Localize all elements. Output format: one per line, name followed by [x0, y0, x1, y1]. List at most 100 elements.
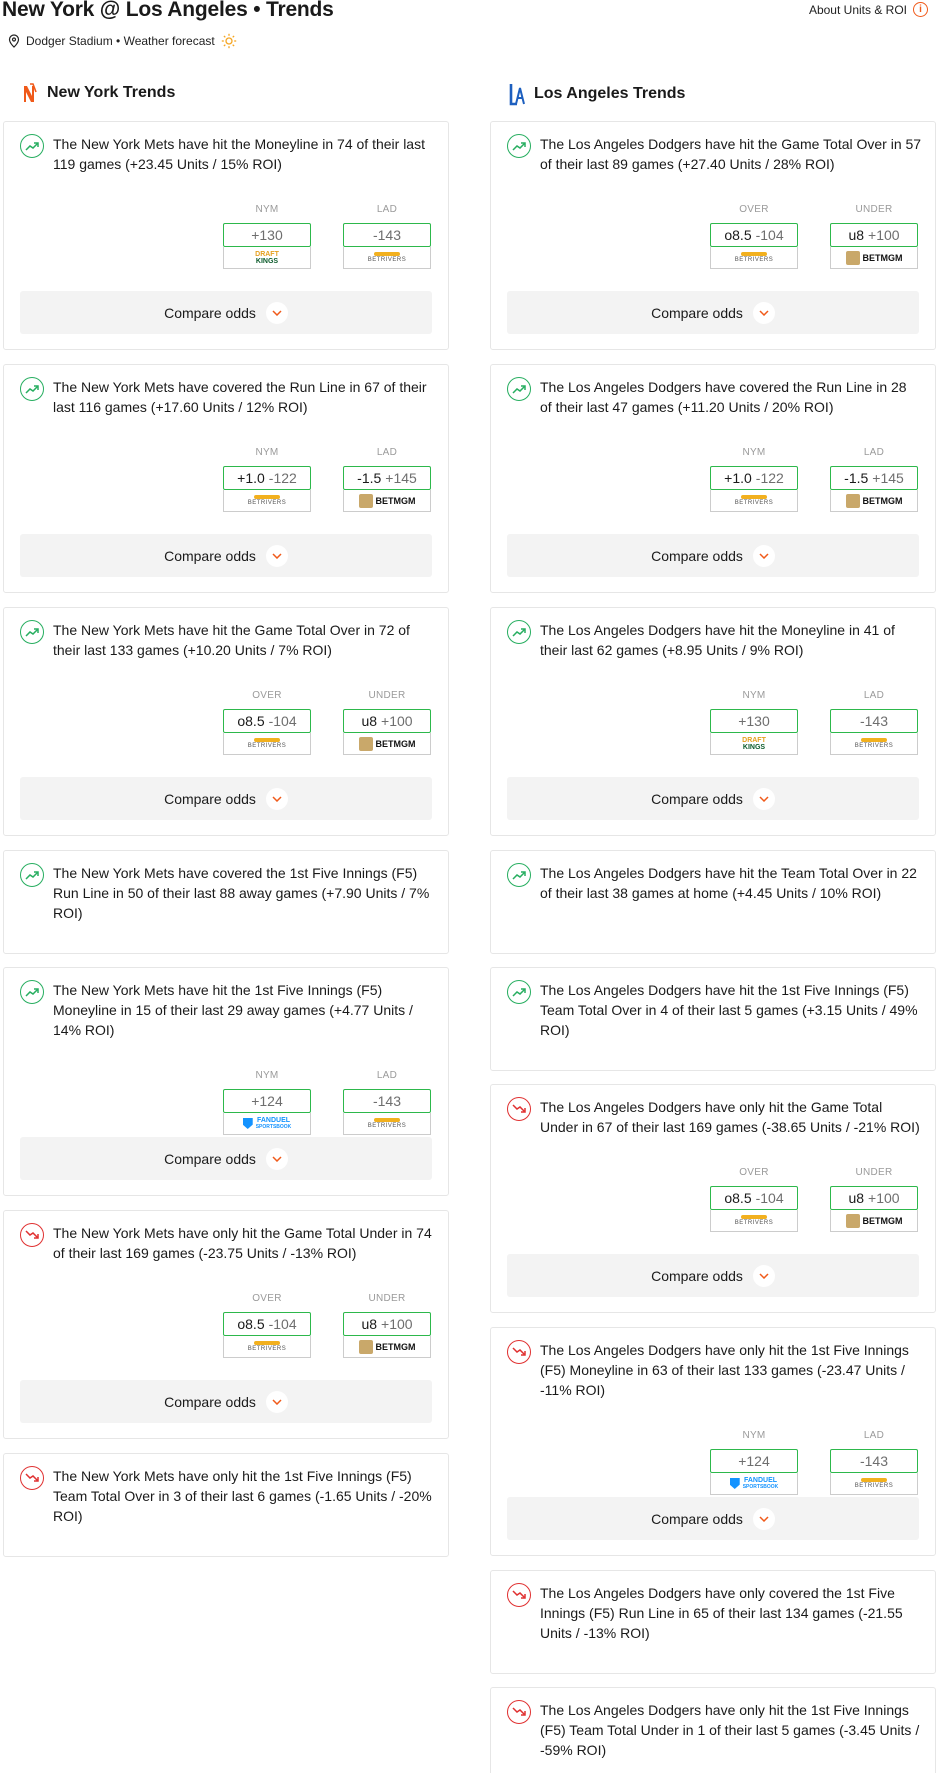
odds-label: UNDER: [855, 1167, 893, 1178]
betmgm-logo-icon: BETMGM: [845, 493, 903, 508]
sportsbook-badge[interactable]: BETRIVERS: [830, 733, 918, 755]
compare-odds-button[interactable]: Compare odds: [20, 777, 432, 820]
odds-button[interactable]: u8 +100: [830, 223, 918, 247]
odds-line: +1.0: [724, 470, 752, 486]
odds-button[interactable]: u8 +100: [343, 1312, 431, 1336]
sun-icon[interactable]: [221, 33, 237, 49]
sportsbook-badge[interactable]: BETMGM: [343, 1336, 431, 1358]
odds-button[interactable]: u8 +100: [830, 1186, 918, 1210]
sportsbook-badge[interactable]: BETMGM: [343, 490, 431, 512]
odds-button[interactable]: o8.5 -104: [710, 1186, 798, 1210]
compare-odds-button[interactable]: Compare odds: [507, 291, 919, 334]
chevron-down-icon: [265, 787, 288, 810]
sportsbook-badge[interactable]: FANDUEL SPORTSBOOK: [223, 1113, 311, 1135]
odds-option[interactable]: OVER o8.5 -104 BETRIVERS: [223, 1293, 311, 1358]
odds-group: NYM +1.0 -122 BETRIVERS LAD -1.5 +145 BETMGM: [710, 447, 918, 512]
odds-option[interactable]: OVER o8.5 -104 BETRIVERS: [710, 204, 798, 269]
odds-option[interactable]: LAD -143 BETRIVERS: [830, 690, 918, 755]
sportsbook-badge[interactable]: BETRIVERS: [223, 733, 311, 755]
about-units-roi-link[interactable]: About Units & ROI i: [809, 2, 928, 17]
odds-button[interactable]: +124: [710, 1449, 798, 1473]
compare-odds-button[interactable]: Compare odds: [507, 777, 919, 820]
sportsbook-badge[interactable]: DRAFT KINGS: [223, 247, 311, 269]
odds-label: OVER: [252, 1293, 282, 1304]
odds-price: -104: [755, 227, 784, 243]
compare-odds-button[interactable]: Compare odds: [20, 1380, 432, 1423]
sportsbook-badge[interactable]: BETRIVERS: [343, 1113, 431, 1135]
odds-option[interactable]: UNDER u8 +100 BETMGM: [343, 1293, 431, 1358]
betmgm-logo-icon: BETMGM: [358, 736, 416, 751]
odds-button[interactable]: +1.0 -122: [710, 466, 798, 490]
chevron-down-icon: [752, 1264, 775, 1287]
odds-button[interactable]: +130: [223, 223, 311, 247]
trend-card: The Los Angeles Dodgers have only hit th…: [490, 1084, 936, 1313]
venue-weather-link[interactable]: Dodger Stadium • Weather forecast: [26, 34, 215, 48]
draftkings-logo-icon: DRAFT KINGS: [255, 250, 279, 265]
odds-button[interactable]: -143: [343, 1089, 431, 1113]
odds-option[interactable]: NYM +124 FANDUEL SPORTSBOOK: [223, 1070, 311, 1135]
odds-option[interactable]: OVER o8.5 -104 BETRIVERS: [710, 1167, 798, 1232]
odds-button[interactable]: o8.5 -104: [223, 709, 311, 733]
chevron-down-icon: [265, 544, 288, 567]
odds-button[interactable]: o8.5 -104: [223, 1312, 311, 1336]
sportsbook-badge[interactable]: BETRIVERS: [710, 1210, 798, 1232]
odds-option[interactable]: LAD -143 BETRIVERS: [343, 1070, 431, 1135]
odds-option[interactable]: UNDER u8 +100 BETMGM: [830, 204, 918, 269]
compare-odds-button[interactable]: Compare odds: [20, 534, 432, 577]
trend-text: The New York Mets have covered the 1st F…: [53, 865, 430, 921]
compare-odds-button[interactable]: Compare odds: [20, 291, 432, 334]
compare-odds-button[interactable]: Compare odds: [507, 534, 919, 577]
odds-button[interactable]: -1.5 +145: [343, 466, 431, 490]
sportsbook-badge[interactable]: BETRIVERS: [223, 490, 311, 512]
odds-option[interactable]: UNDER u8 +100 BETMGM: [830, 1167, 918, 1232]
odds-button[interactable]: -143: [830, 709, 918, 733]
odds-option[interactable]: NYM +130 DRAFT KINGS: [710, 690, 798, 755]
compare-odds-button[interactable]: Compare odds: [20, 1137, 432, 1180]
chevron-down-icon: [265, 1147, 288, 1170]
odds-option[interactable]: OVER o8.5 -104 BETRIVERS: [223, 690, 311, 755]
odds-button[interactable]: -1.5 +145: [830, 466, 918, 490]
odds-price: +100: [381, 1316, 413, 1332]
odds-option[interactable]: LAD -143 BETRIVERS: [830, 1430, 918, 1495]
sportsbook-badge[interactable]: DRAFT KINGS: [710, 733, 798, 755]
odds-option[interactable]: NYM +1.0 -122 BETRIVERS: [223, 447, 311, 512]
sportsbook-badge[interactable]: BETMGM: [830, 1210, 918, 1232]
sportsbook-badge[interactable]: BETRIVERS: [830, 1473, 918, 1495]
compare-odds-button[interactable]: Compare odds: [507, 1497, 919, 1540]
trend-text: The Los Angeles Dodgers have only hit th…: [540, 1702, 920, 1758]
trend-card: The New York Mets have hit the Moneyline…: [3, 121, 449, 350]
odds-option[interactable]: LAD -143 BETRIVERS: [343, 204, 431, 269]
sportsbook-badge[interactable]: BETRIVERS: [223, 1336, 311, 1358]
odds-button[interactable]: -143: [343, 223, 431, 247]
sportsbook-badge[interactable]: BETMGM: [830, 247, 918, 269]
odds-line: u8: [361, 713, 378, 729]
trending-down-icon: [507, 1097, 531, 1121]
sportsbook-badge[interactable]: BETRIVERS: [343, 247, 431, 269]
sportsbook-badge[interactable]: BETRIVERS: [710, 247, 798, 269]
trend-card: The Los Angeles Dodgers have hit the 1st…: [490, 967, 936, 1071]
trend-row: The New York Mets have only hit the 1st …: [20, 1466, 435, 1526]
odds-option[interactable]: LAD -1.5 +145 BETMGM: [343, 447, 431, 512]
odds-button[interactable]: u8 +100: [343, 709, 431, 733]
odds-button[interactable]: o8.5 -104: [710, 223, 798, 247]
sportsbook-badge[interactable]: BETMGM: [343, 733, 431, 755]
odds-button[interactable]: -143: [830, 1449, 918, 1473]
odds-option[interactable]: NYM +124 FANDUEL SPORTSBOOK: [710, 1430, 798, 1495]
odds-button[interactable]: +124: [223, 1089, 311, 1113]
odds-option[interactable]: LAD -1.5 +145 BETMGM: [830, 447, 918, 512]
odds-button[interactable]: +130: [710, 709, 798, 733]
odds-option[interactable]: UNDER u8 +100 BETMGM: [343, 690, 431, 755]
odds-option[interactable]: NYM +130 DRAFT KINGS: [223, 204, 311, 269]
trend-text: The New York Mets have only hit the Game…: [53, 1225, 432, 1261]
sportsbook-badge[interactable]: FANDUEL SPORTSBOOK: [710, 1473, 798, 1495]
trending-up-icon: [20, 620, 44, 644]
trend-row: The Los Angeles Dodgers have only covere…: [507, 1583, 922, 1643]
odds-option[interactable]: NYM +1.0 -122 BETRIVERS: [710, 447, 798, 512]
sportsbook-badge[interactable]: BETMGM: [830, 490, 918, 512]
trend-text: The Los Angeles Dodgers have hit the 1st…: [540, 982, 918, 1038]
compare-odds-button[interactable]: Compare odds: [507, 1254, 919, 1297]
fanduel-logo-icon: FANDUEL SPORTSBOOK: [242, 1117, 291, 1131]
sportsbook-badge[interactable]: BETRIVERS: [710, 490, 798, 512]
trending-down-icon: [507, 1700, 531, 1724]
odds-button[interactable]: +1.0 -122: [223, 466, 311, 490]
